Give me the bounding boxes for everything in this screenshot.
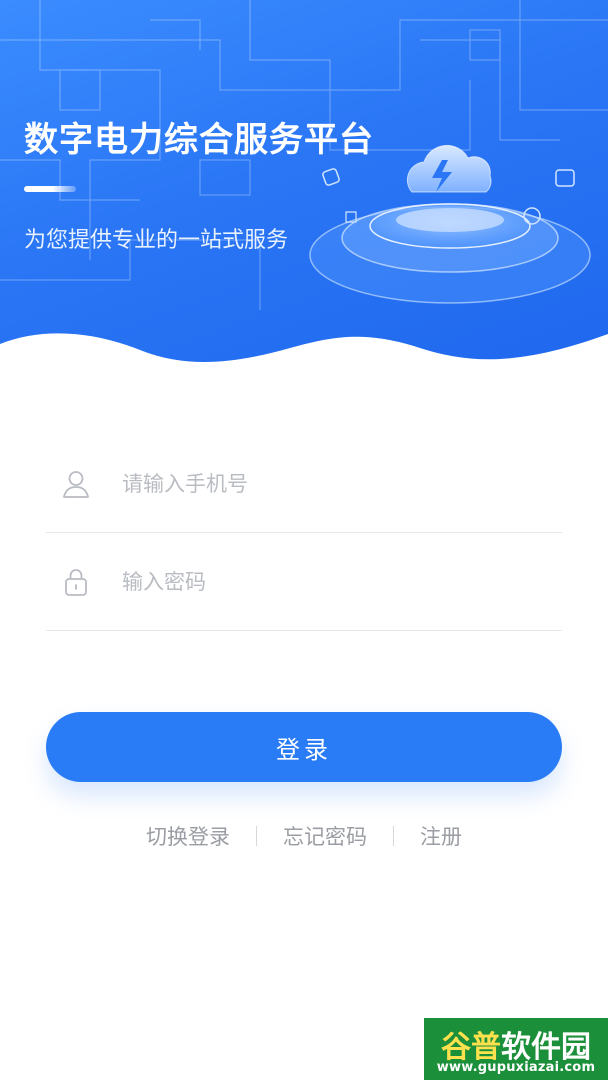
login-screen: 数字电力综合服务平台 为您提供专业的一站式服务 请输入手机号 登录 切换登录 忘… xyxy=(0,0,608,1080)
hero-banner: 数字电力综合服务平台 为您提供专业的一站式服务 xyxy=(0,0,608,380)
switch-login-link[interactable]: 切换登录 xyxy=(146,821,230,851)
lock-icon xyxy=(65,569,87,596)
login-button[interactable]: 登录 xyxy=(46,712,562,782)
phone-input[interactable] xyxy=(122,464,542,504)
link-divider xyxy=(393,826,394,846)
watermark-logo: 谷普软件园 www.gupuxiazai.com xyxy=(424,1018,608,1080)
title-accent-bar xyxy=(24,186,76,192)
phone-field-row xyxy=(46,436,562,533)
secondary-links: 切换登录 忘记密码 注册 xyxy=(0,818,608,854)
page-subtitle: 为您提供专业的一站式服务 xyxy=(24,228,289,253)
password-input[interactable] xyxy=(122,562,542,602)
register-link[interactable]: 注册 xyxy=(420,821,462,851)
user-icon xyxy=(63,471,89,498)
watermark-url: www.gupuxiazai.com xyxy=(436,1060,596,1075)
forgot-password-link[interactable]: 忘记密码 xyxy=(283,821,367,851)
wave-divider xyxy=(0,333,608,380)
link-divider xyxy=(256,826,257,846)
password-field-row xyxy=(46,534,562,631)
